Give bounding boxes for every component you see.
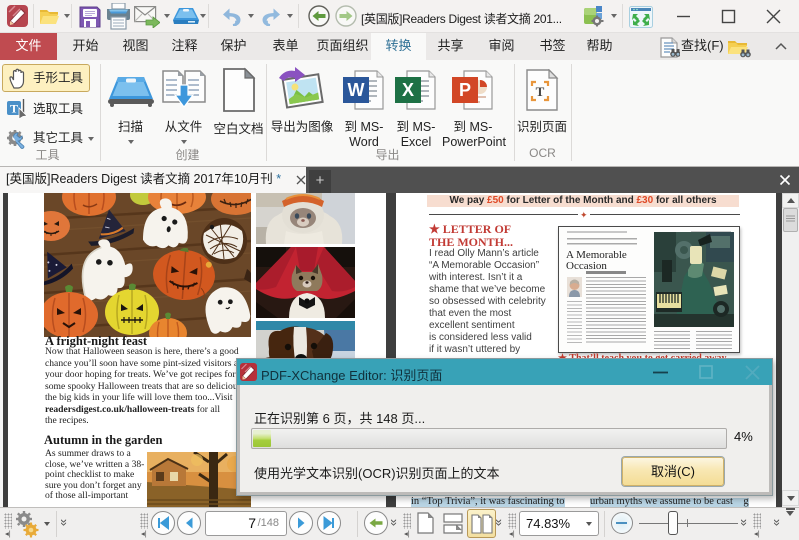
svg-text:P: P [459, 80, 471, 100]
svg-text:X: X [402, 80, 414, 100]
svg-text:T: T [536, 84, 545, 99]
svg-text:T: T [10, 102, 18, 116]
svg-text:W: W [348, 80, 365, 100]
